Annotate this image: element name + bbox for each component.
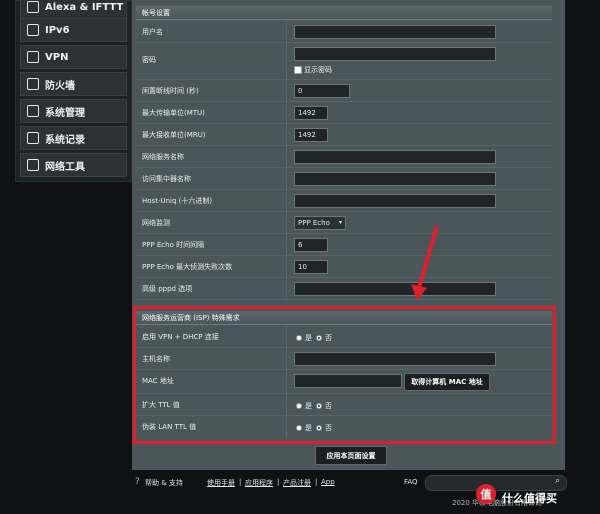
pppd-input[interactable] bbox=[294, 282, 496, 296]
password-field[interactable] bbox=[294, 47, 496, 61]
sidebar: Alexa & IFTTT IPv6 VPN 防火墙 系统管理 系统记录 网络工… bbox=[15, 0, 132, 182]
hostuniq-input[interactable] bbox=[294, 194, 496, 208]
ac-row: 访问集中器名称 bbox=[136, 168, 552, 190]
app2-link[interactable]: App bbox=[321, 478, 335, 486]
log-icon bbox=[27, 132, 39, 144]
manual-link[interactable]: 使用手册 bbox=[207, 478, 235, 488]
ac-input[interactable] bbox=[294, 172, 496, 186]
sidebar-item-tools[interactable]: 网络工具 bbox=[20, 153, 127, 177]
ipv6-icon bbox=[27, 24, 39, 36]
echo-interval-row: PPP Echo 时间间隔 6 bbox=[136, 234, 552, 256]
idle-label: 闲置断线时间 (秒) bbox=[142, 87, 199, 95]
ac-label: 访问集中器名称 bbox=[142, 175, 191, 183]
mru-input[interactable]: 1492 bbox=[294, 128, 328, 142]
chevron-down-icon: ▾ bbox=[338, 219, 342, 226]
show-password-checkbox[interactable] bbox=[294, 66, 302, 74]
highlight-box bbox=[133, 306, 556, 444]
firewall-icon bbox=[27, 78, 39, 90]
gear-icon bbox=[27, 105, 39, 117]
hostuniq-row: Host-Uniq (十六进制) bbox=[136, 190, 552, 212]
sidebar-item-log[interactable]: 系统记录 bbox=[20, 126, 127, 150]
username-field[interactable] bbox=[294, 25, 496, 39]
mru-row: 最大接收单位(MRU) 1492 bbox=[136, 124, 552, 146]
sidebar-item-label: VPN bbox=[45, 51, 69, 63]
sidebar-item-label: 系统管理 bbox=[45, 107, 85, 119]
mru-label: 最大接收单位(MRU) bbox=[142, 131, 206, 139]
tools-icon bbox=[27, 159, 39, 171]
alexa-icon bbox=[27, 1, 39, 13]
faq-link[interactable]: FAQ bbox=[404, 478, 418, 486]
account-section-title: 帐号设置 bbox=[136, 6, 552, 20]
sidebar-item-admin[interactable]: 系统管理 bbox=[20, 99, 127, 123]
sidebar-item-vpn[interactable]: VPN bbox=[20, 45, 127, 69]
register-link[interactable]: 产品注册 bbox=[283, 478, 311, 488]
username-label: 用户名 bbox=[142, 28, 163, 36]
mtu-input[interactable]: 1492 bbox=[294, 106, 328, 120]
service-input[interactable] bbox=[294, 150, 496, 164]
monitor-row: 网络监测 PPP Echo ▾ bbox=[136, 212, 552, 234]
search-icon[interactable]: ⌕ bbox=[555, 476, 560, 486]
echo-fail-input[interactable]: 10 bbox=[294, 260, 328, 274]
app-link[interactable]: 应用程序 bbox=[245, 478, 273, 488]
vpn-icon bbox=[27, 51, 39, 63]
sidebar-item-label: 防火墙 bbox=[45, 80, 75, 92]
pppd-label: 高级 pppd 选项 bbox=[142, 285, 193, 293]
faq-search-input[interactable] bbox=[425, 475, 567, 491]
username-row: 用户名 bbox=[136, 21, 552, 43]
sidebar-item-alexa[interactable]: Alexa & IFTTT bbox=[20, 0, 127, 19]
sidebar-item-label: IPv6 bbox=[45, 24, 70, 36]
sidebar-item-label: 系统记录 bbox=[45, 134, 85, 146]
echo-fail-label: PPP Echo 最大侦测失败次数 bbox=[142, 263, 233, 271]
password-label: 密码 bbox=[142, 56, 156, 64]
watermark-text: 什么值得买 bbox=[502, 492, 557, 505]
service-row: 网络服务名称 bbox=[136, 146, 552, 168]
idle-input[interactable]: 0 bbox=[294, 84, 350, 98]
help-link[interactable]: 帮助 & 支持 bbox=[145, 478, 183, 488]
red-arrow-icon bbox=[411, 226, 439, 300]
mtu-label: 最大传输单位(MTU) bbox=[142, 109, 205, 117]
question-icon: ? bbox=[135, 477, 140, 487]
sidebar-item-label: 网络工具 bbox=[45, 161, 85, 173]
echo-fail-row: PPP Echo 最大侦测失败次数 10 bbox=[136, 256, 552, 278]
monitor-value: PPP Echo bbox=[298, 219, 330, 227]
pppd-row: 高级 pppd 选项 bbox=[136, 278, 552, 300]
sidebar-item-label: Alexa & IFTTT bbox=[45, 1, 124, 13]
sidebar-item-firewall[interactable]: 防火墙 bbox=[20, 72, 127, 96]
watermark-logo: 值 bbox=[476, 484, 496, 504]
monitor-label: 网络监测 bbox=[142, 219, 170, 227]
echo-interval-label: PPP Echo 时间间隔 bbox=[142, 241, 205, 249]
sidebar-item-ipv6[interactable]: IPv6 bbox=[20, 18, 127, 42]
mtu-row: 最大传输单位(MTU) 1492 bbox=[136, 102, 552, 124]
apply-button[interactable]: 应用本页面设置 bbox=[315, 446, 387, 465]
hostuniq-label: Host-Uniq (十六进制) bbox=[142, 197, 213, 205]
password-row: 密码 显示密码 bbox=[136, 43, 552, 80]
idle-row: 闲置断线时间 (秒) 0 bbox=[136, 80, 552, 102]
show-password-label: 显示密码 bbox=[304, 66, 332, 74]
monitor-select[interactable]: PPP Echo ▾ bbox=[294, 216, 346, 230]
echo-interval-input[interactable]: 6 bbox=[294, 238, 328, 252]
service-label: 网络服务名称 bbox=[142, 153, 184, 161]
